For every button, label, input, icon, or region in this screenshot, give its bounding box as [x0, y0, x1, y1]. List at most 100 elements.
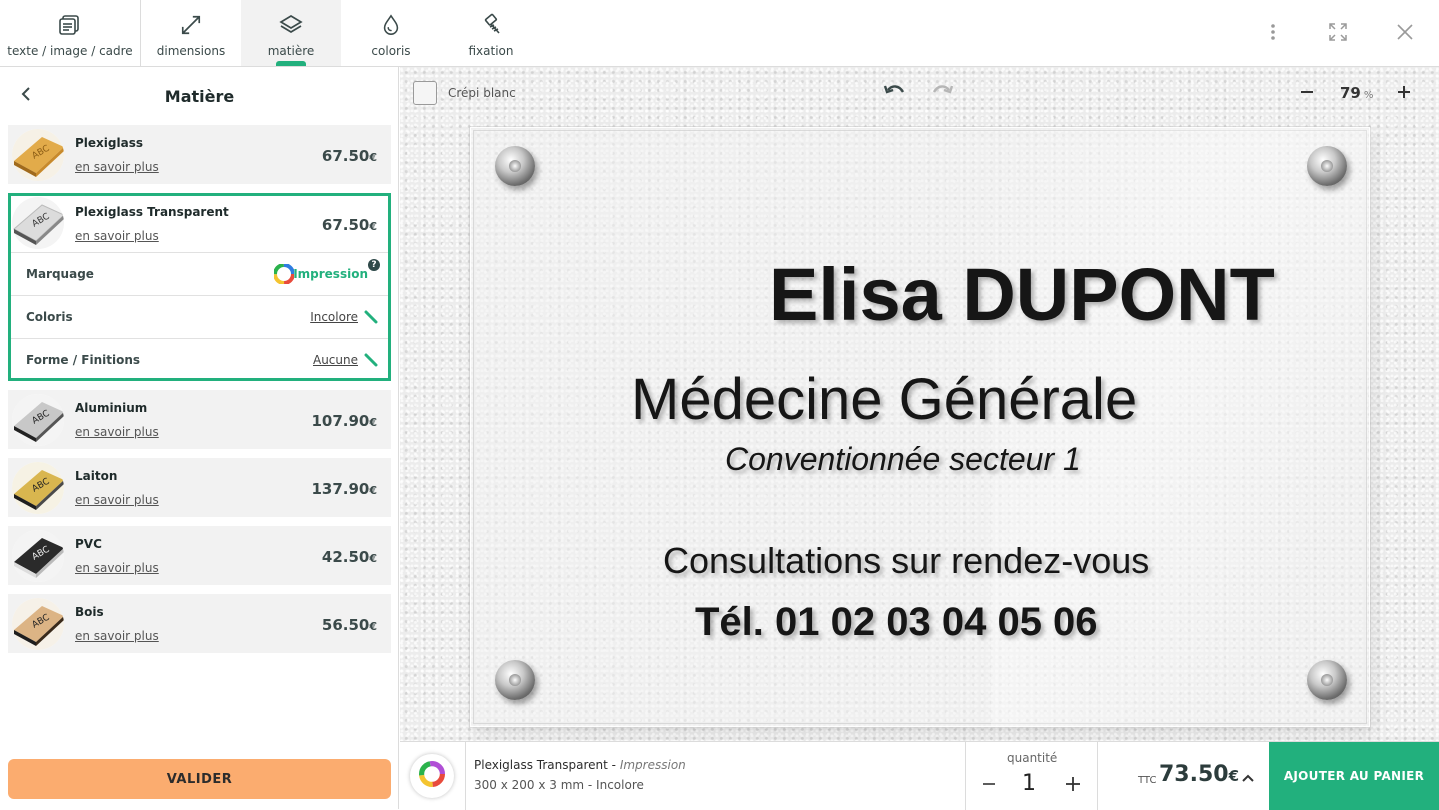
- screw-icon: [478, 12, 504, 38]
- order-summary-bar: Plexiglass Transparent - Impression 300 …: [400, 741, 1439, 810]
- pencil-icon[interactable]: [364, 352, 378, 367]
- learn-more-link[interactable]: en savoir plus: [75, 493, 159, 507]
- material-name: PVC: [75, 537, 102, 551]
- material-plexiglass-transparent[interactable]: ABC Plexiglass Transparent en savoir plu…: [11, 196, 388, 252]
- material-name: Aluminium: [75, 401, 148, 415]
- option-value-impression[interactable]: Impression: [293, 267, 368, 281]
- quantity-value[interactable]: 1: [1022, 771, 1036, 796]
- standoff-screw-icon: [1307, 660, 1347, 700]
- material-bois[interactable]: ABC Bois en savoir plus 56.50€: [8, 594, 391, 653]
- tab-coloris[interactable]: coloris: [341, 0, 441, 66]
- learn-more-link[interactable]: en savoir plus: [75, 425, 159, 439]
- plus-icon: [1397, 84, 1411, 103]
- plate-specialty-line[interactable]: Médecine Générale: [631, 366, 1137, 433]
- tab-fixation[interactable]: fixation: [441, 0, 541, 66]
- material-thumbnail: ABC: [12, 197, 64, 249]
- standoff-screw-icon: [1307, 146, 1347, 186]
- material-price: 42.50€: [321, 548, 377, 566]
- tab-label: dimensions: [156, 44, 226, 58]
- option-coloris[interactable]: Coloris Incolore: [11, 295, 388, 338]
- material-thumbnail: ABC: [12, 129, 64, 181]
- zoom-in-button[interactable]: [1391, 80, 1417, 106]
- material-price: 56.50€: [321, 616, 377, 634]
- learn-more-link[interactable]: en savoir plus: [75, 561, 159, 575]
- price-details-toggle[interactable]: [1236, 766, 1260, 790]
- quantity-label: quantité: [1007, 751, 1058, 765]
- standoff-screw-icon: [495, 660, 535, 700]
- tab-dimensions[interactable]: dimensions: [141, 0, 241, 66]
- option-value-link[interactable]: Aucune: [313, 353, 358, 367]
- pencil-icon[interactable]: [364, 309, 378, 324]
- validate-button[interactable]: VALIDER: [8, 759, 391, 799]
- color-wheel-icon: [273, 263, 295, 285]
- option-value-link[interactable]: Incolore: [310, 310, 358, 324]
- material-name: Plexiglass: [75, 136, 143, 150]
- option-label: Forme / Finitions: [26, 353, 140, 367]
- material-pvc[interactable]: ABC PVC en savoir plus 42.50€: [8, 526, 391, 585]
- learn-more-link[interactable]: en savoir plus: [75, 629, 159, 643]
- chevron-up-icon: [1242, 774, 1254, 782]
- divider: [465, 742, 466, 810]
- crepi-checkbox[interactable]: [413, 81, 437, 105]
- plate-consultation-line[interactable]: Consultations sur rendez-vous: [663, 540, 1149, 582]
- tab-label: matière: [267, 44, 315, 58]
- help-icon[interactable]: ?: [368, 259, 380, 271]
- total-price: 73.50€: [1159, 762, 1240, 787]
- text-image-frame-icon: [57, 12, 83, 38]
- plus-icon: [1066, 777, 1080, 791]
- quantity-decrease-button[interactable]: [977, 772, 1001, 796]
- learn-more-link[interactable]: en savoir plus: [75, 160, 159, 174]
- redo-icon: [932, 83, 954, 103]
- option-label: Coloris: [26, 310, 73, 324]
- divider: [1097, 742, 1098, 810]
- learn-more-link[interactable]: en savoir plus: [75, 229, 159, 243]
- preview-canvas[interactable]: Crépi blanc 79% Elisa DUPONT Médecine Gé…: [400, 67, 1439, 741]
- resize-arrows-icon: [178, 12, 204, 38]
- material-aluminium[interactable]: ABC Aluminium en savoir plus 107.90€: [8, 390, 391, 449]
- close-button[interactable]: [1391, 20, 1419, 48]
- material-panel: Matière ABC Plexiglass en savoir plus 67…: [0, 67, 399, 809]
- more-button[interactable]: [1259, 20, 1287, 48]
- material-thumbnail: ABC: [12, 530, 64, 582]
- material-price: 137.90€: [311, 480, 377, 498]
- summary-size: 300 x 200 x 3 mm - Incolore: [474, 778, 644, 792]
- fullscreen-button[interactable]: [1324, 20, 1352, 48]
- undo-icon: [883, 83, 905, 103]
- layers-icon: [278, 12, 304, 38]
- crepi-label: Crépi blanc: [448, 86, 516, 100]
- summary-product: Plexiglass Transparent - Impression: [474, 758, 686, 772]
- plate-convention-line[interactable]: Conventionnée secteur 1: [725, 441, 1081, 478]
- undo-button[interactable]: [881, 80, 907, 106]
- tab-label: coloris: [371, 44, 411, 58]
- material-name: Laiton: [75, 469, 118, 483]
- standoff-screw-icon: [495, 146, 535, 186]
- plate-phone-line[interactable]: Tél. 01 02 03 04 05 06: [695, 600, 1098, 645]
- option-marquage[interactable]: Marquage Impression ?: [11, 252, 388, 295]
- zoom-out-button[interactable]: [1294, 80, 1320, 106]
- tab-texte-image-cadre[interactable]: texte / image / cadre: [0, 0, 140, 66]
- quantity-increase-button[interactable]: [1061, 772, 1085, 796]
- redo-button[interactable]: [930, 80, 956, 106]
- tab-label: fixation: [468, 44, 514, 58]
- material-plexiglass[interactable]: ABC Plexiglass en savoir plus 67.50€: [8, 125, 391, 184]
- material-price: 67.50€: [321, 147, 377, 165]
- material-laiton[interactable]: ABC Laiton en savoir plus 137.90€: [8, 458, 391, 517]
- divider: [965, 742, 966, 810]
- material-thumbnail: ABC: [12, 462, 64, 514]
- plate-name-line[interactable]: Elisa DUPONT: [769, 252, 1275, 337]
- zoom-level: 79%: [1340, 84, 1374, 102]
- more-vertical-icon: [1270, 23, 1276, 45]
- material-name: Bois: [75, 605, 104, 619]
- color-wheel-icon: [419, 761, 445, 791]
- selected-material-card: ABC Plexiglass Transparent en savoir plu…: [8, 193, 391, 381]
- material-thumbnail: ABC: [12, 598, 64, 650]
- nameplate-preview[interactable]: Elisa DUPONT Médecine Générale Conventio…: [470, 127, 1371, 727]
- drop-icon: [378, 12, 404, 38]
- marking-swatch: [410, 754, 454, 798]
- tab-matiere[interactable]: matière: [241, 0, 341, 66]
- option-forme-finitions[interactable]: Forme / Finitions Aucune: [11, 338, 388, 381]
- ttc-label: TTC: [1138, 775, 1157, 786]
- add-to-cart-button[interactable]: AJOUTER AU PANIER: [1269, 742, 1439, 810]
- close-icon: [1397, 24, 1413, 44]
- panel-header: Matière: [0, 67, 399, 123]
